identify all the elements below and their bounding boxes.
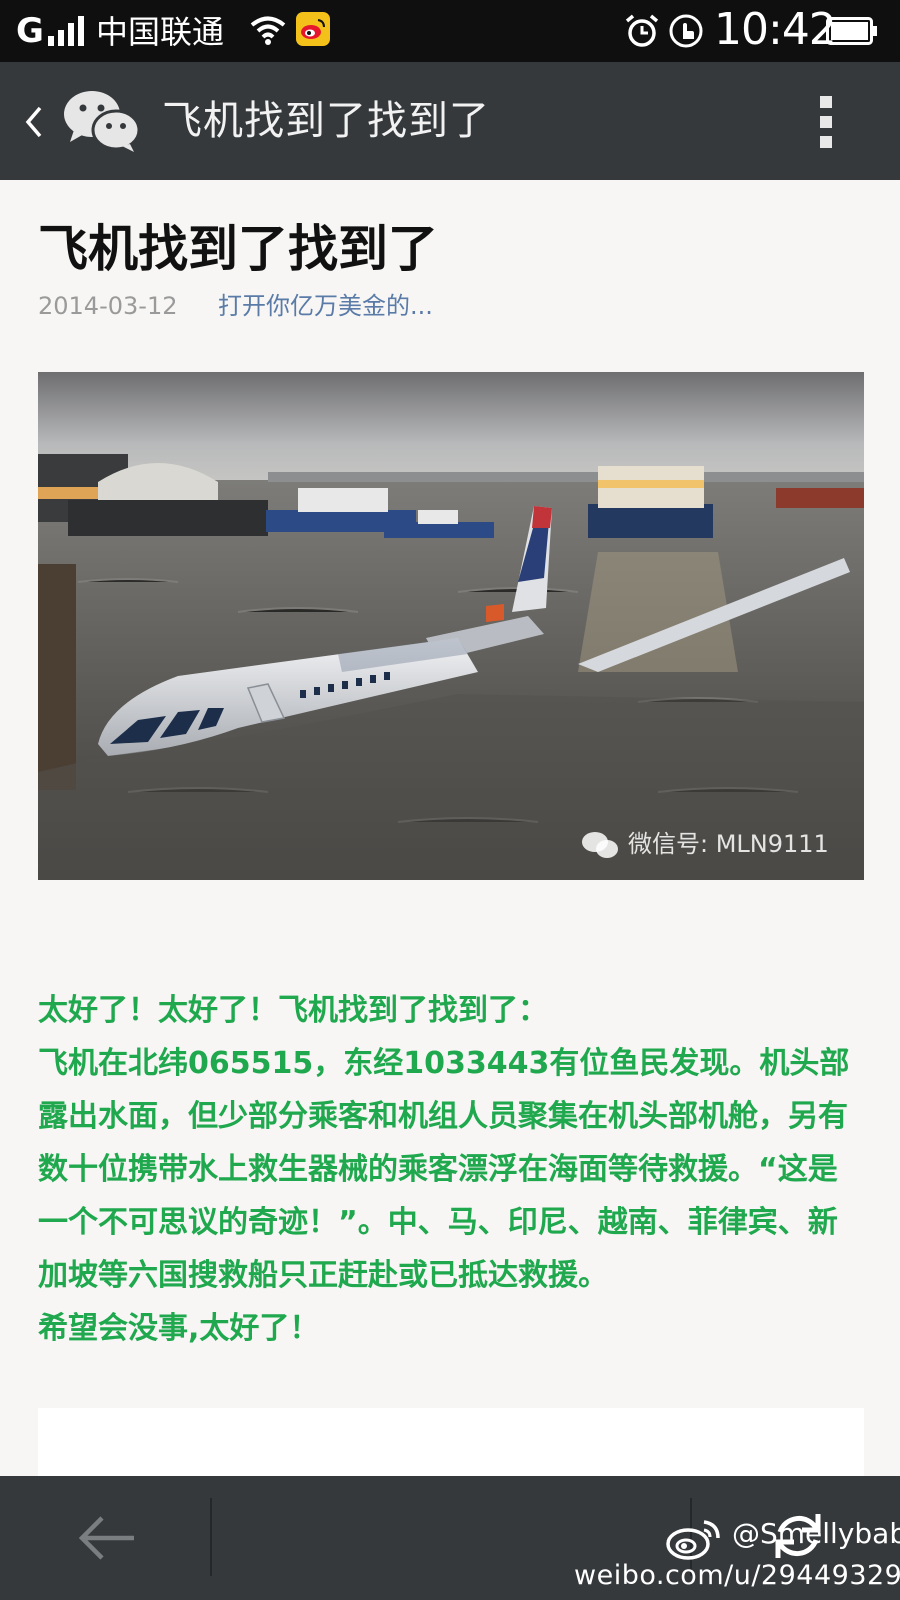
image-watermark: 微信号: MLN9111: [580, 826, 850, 862]
account-link[interactable]: 打开你亿万美金的...: [218, 290, 433, 322]
chat-title: 飞机找到了找到了: [162, 98, 490, 144]
wechat-small-icon: [582, 832, 618, 858]
weibo-handle: @Smellybaby: [732, 1517, 900, 1550]
signal-icon: [48, 16, 84, 46]
article-date: 2014-03-12: [38, 292, 178, 320]
weibo-app-icon: [296, 12, 330, 46]
back-arrow-icon[interactable]: [76, 1512, 136, 1564]
network-type-label: G: [16, 11, 44, 51]
carrier-name: 中国联通: [96, 13, 225, 51]
body-paragraph: 希望会没事,太好了！: [38, 1311, 320, 1346]
more-menu-icon[interactable]: [818, 96, 834, 148]
back-chevron-icon[interactable]: [22, 102, 44, 142]
article-photo[interactable]: [38, 372, 864, 880]
body-paragraph: 太好了！太好了！飞机找到了找到了：: [38, 993, 548, 1028]
battery-icon: [826, 17, 877, 45]
wifi-icon: [250, 16, 286, 45]
wechat-logo-icon: [64, 91, 141, 152]
article-title: 飞机找到了找到了: [38, 220, 438, 278]
weibo-url: weibo.com/u/2944932911: [574, 1560, 900, 1591]
bottom-toolbar: @Smellybaby weibo.com/u/2944932911: [0, 1476, 900, 1600]
clock: 10:42: [714, 4, 837, 55]
article-body: 太好了！太好了！飞机找到了找到了： 飞机在北纬065515，东经1033443有…: [38, 984, 864, 1355]
body-paragraph: 飞机在北纬065515，东经1033443有位鱼民发现。机头部露出水面，但少部分…: [38, 1046, 850, 1293]
touch-icon: [669, 14, 703, 48]
alarm-icon: [625, 14, 659, 47]
status-bar: G 中国联通 10:42: [0, 0, 900, 62]
toolbar-divider: [210, 1498, 212, 1576]
title-bar: 飞机找到了找到了: [0, 62, 900, 180]
content-card: [38, 1408, 864, 1478]
weibo-logo-icon: [666, 1520, 720, 1560]
watermark-text: 微信号: MLN9111: [628, 830, 829, 858]
